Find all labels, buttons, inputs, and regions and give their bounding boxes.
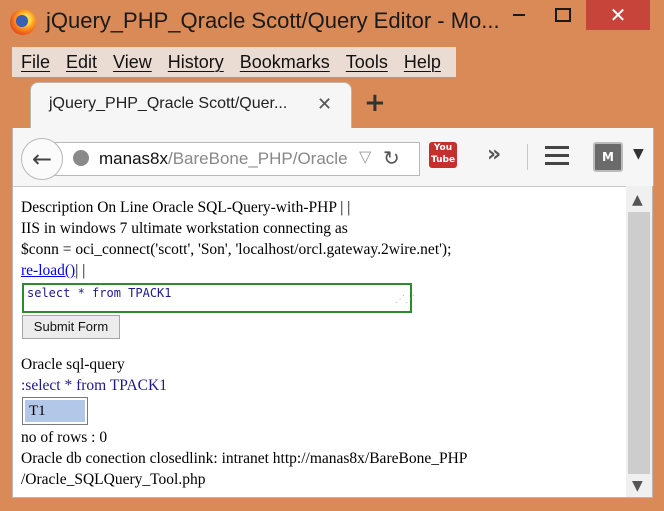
maximize-button[interactable] <box>540 0 586 30</box>
shield-addon-icon[interactable]: M <box>593 142 623 172</box>
result-title: Oracle sql-query <box>21 356 125 373</box>
vertical-scrollbar[interactable]: ▲ ▼ <box>626 186 653 497</box>
browser-tab[interactable]: jQuery_PHP_Qracle Scott/Quer... ✕ <box>30 82 352 129</box>
result-cell-value: T1 <box>25 400 85 422</box>
back-button[interactable]: ← <box>21 138 63 180</box>
result-cell: T1 <box>22 397 88 425</box>
rows-count: no of rows : 0 <box>21 429 108 446</box>
page-content: Description On Line Oracle SQL-Query-wit… <box>12 186 627 498</box>
url-host: manas8x <box>99 149 168 168</box>
scroll-down-icon[interactable]: ▼ <box>632 478 643 494</box>
globe-icon[interactable] <box>73 150 89 166</box>
reload-link[interactable]: re-load() <box>21 262 75 279</box>
hamburger-menu-icon[interactable] <box>545 146 569 166</box>
iis-line: IIS in windows 7 ultimate workstation co… <box>21 220 348 237</box>
reload-icon[interactable]: ↻ <box>383 146 400 170</box>
firefox-logo-icon <box>10 9 36 35</box>
chevron-down-icon[interactable]: ▼ <box>633 146 644 162</box>
tab-close-icon[interactable]: ✕ <box>317 94 332 115</box>
close-window-button[interactable]: ✕ <box>586 0 650 30</box>
window-bottom-border <box>12 497 653 498</box>
reload-suffix: | | <box>75 262 86 279</box>
menu-history[interactable]: History <box>168 52 224 73</box>
close-icon: ✕ <box>609 3 627 27</box>
connection-closed-path: /Oracle_SQLQuery_Tool.php <box>21 471 206 488</box>
overflow-chevron-icon[interactable]: » <box>487 142 501 167</box>
menu-file[interactable]: File <box>21 52 50 73</box>
menu-help[interactable]: Help <box>404 52 441 73</box>
scroll-up-icon[interactable]: ▲ <box>632 192 643 208</box>
query-textarea[interactable]: select * from TPACK1 ⋰⋰ <box>22 283 415 313</box>
title-bar: jQuery_PHP_Qracle Scott/Query Editor - M… <box>0 0 664 46</box>
result-query: :select * from TPACK1 <box>21 377 167 394</box>
menu-view[interactable]: View <box>113 52 152 73</box>
back-arrow-icon: ← <box>31 145 53 173</box>
menu-bookmarks[interactable]: Bookmarks <box>240 52 330 73</box>
url-dropdown-icon[interactable]: ▽ <box>359 147 371 166</box>
menu-bar: File Edit View History Bookmarks Tools H… <box>12 47 456 77</box>
menu-tools[interactable]: Tools <box>346 52 388 73</box>
youtube-icon[interactable]: You Tube <box>429 142 457 168</box>
toolbar-separator <box>527 144 528 170</box>
window-title: jQuery_PHP_Qracle Scott/Query Editor - M… <box>46 8 500 33</box>
url-bar[interactable]: manas8x/BareBone_PHP/Oracle ▽ ↻ <box>49 142 420 176</box>
minimize-button[interactable] <box>496 0 542 30</box>
conn-line: $conn = oci_connect('scott', 'Son', 'loc… <box>21 241 452 258</box>
query-text: select * from TPACK1 <box>27 286 172 300</box>
description-line: Description On Line Oracle SQL-Query-wit… <box>21 199 351 216</box>
maximize-icon <box>555 8 571 22</box>
scroll-thumb[interactable] <box>628 212 650 474</box>
new-tab-icon[interactable]: + <box>364 88 386 118</box>
url-path: /BareBone_PHP/Oracle <box>167 149 348 168</box>
navigation-toolbar: manas8x/BareBone_PHP/Oracle ▽ ↻ ← You Tu… <box>12 128 654 186</box>
resize-grip-icon[interactable]: ⋰⋰ <box>395 295 415 309</box>
submit-form-button[interactable]: Submit Form <box>22 315 120 339</box>
minimize-icon <box>513 14 525 16</box>
reload-line: re-load()| | <box>21 262 85 280</box>
url-text[interactable]: manas8x/BareBone_PHP/Oracle <box>99 149 348 169</box>
tab-title: jQuery_PHP_Qracle Scott/Quer... <box>49 95 288 112</box>
menu-edit[interactable]: Edit <box>66 52 97 73</box>
browser-window: jQuery_PHP_Qracle Scott/Query Editor - M… <box>0 0 664 511</box>
connection-closed-line: Oracle db conection closedlink: intranet… <box>21 450 468 467</box>
